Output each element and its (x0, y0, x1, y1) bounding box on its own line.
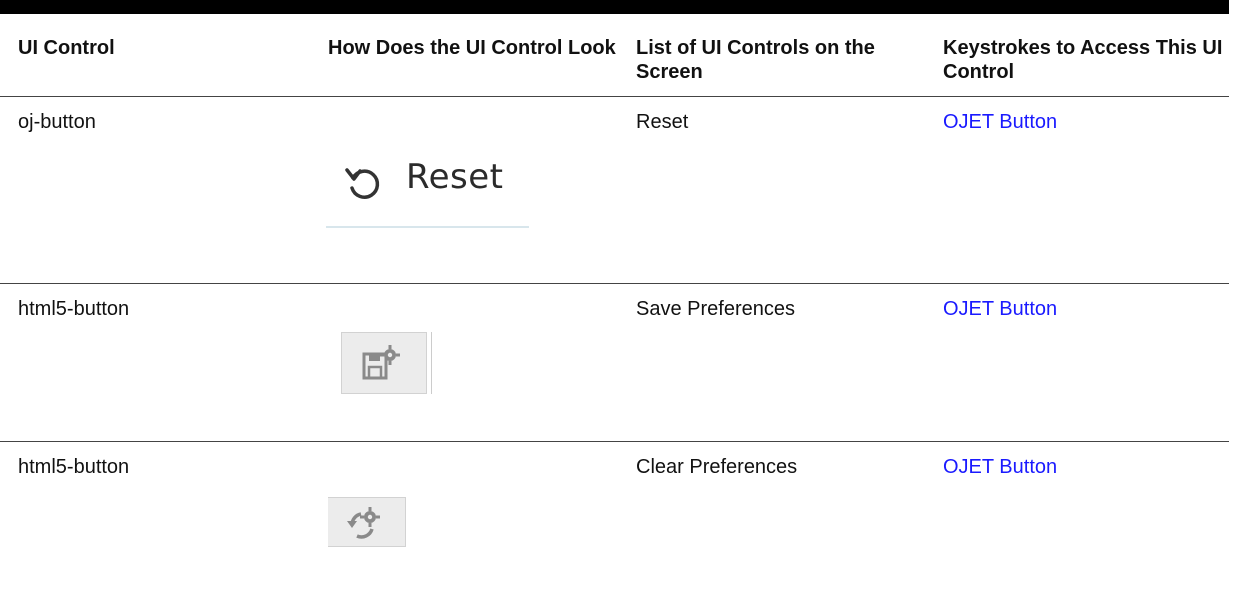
control-name: oj-button (18, 111, 96, 133)
header-look: How Does the UI Control Look (328, 37, 616, 59)
save-preferences-icon (362, 345, 400, 380)
screen-control-name: Clear Preferences (636, 456, 798, 478)
clear-preferences-button-image (328, 497, 406, 547)
ui-controls-table: UI Control How Does the UI Control Look … (0, 0, 1229, 599)
save-button-divider (431, 332, 432, 394)
header-keystrokes: Keystrokes to Access This UI Control (943, 37, 1223, 83)
ojet-button-link[interactable]: OJET Button (943, 456, 1057, 478)
keystrokes-link[interactable]: OJET Button (943, 297, 1223, 321)
screen-control-name: Save Preferences (636, 298, 795, 320)
header-screen-controls: List of UI Controls on the Screen (636, 37, 875, 83)
table-row: html5-button Clear Preferences OJET Butt… (0, 442, 1229, 599)
control-name: html5-button (18, 456, 130, 478)
save-preferences-button-image (341, 332, 427, 394)
ojet-button-link[interactable]: OJET Button (943, 111, 1057, 133)
screen-control-name: Reset (636, 111, 689, 133)
keystrokes-link[interactable]: OJET Button (943, 110, 1223, 134)
table-top-rule (0, 0, 1229, 14)
keystrokes-link[interactable]: OJET Button (943, 455, 1223, 479)
reset-button-label: Reset (406, 157, 504, 197)
reset-icon (345, 168, 380, 199)
reset-underline (326, 226, 529, 228)
control-name: html5-button (18, 298, 130, 320)
table-row: oj-button Reset Reset OJET Button (0, 97, 1229, 284)
table-row: html5-button Save Preferences OJET Butto… (0, 284, 1229, 442)
reset-button-image: Reset (326, 142, 529, 228)
header-ui-control: UI Control (18, 37, 115, 59)
clear-preferences-icon (347, 507, 380, 539)
ojet-button-link[interactable]: OJET Button (943, 298, 1057, 320)
table-header: UI Control How Does the UI Control Look … (0, 14, 1229, 97)
